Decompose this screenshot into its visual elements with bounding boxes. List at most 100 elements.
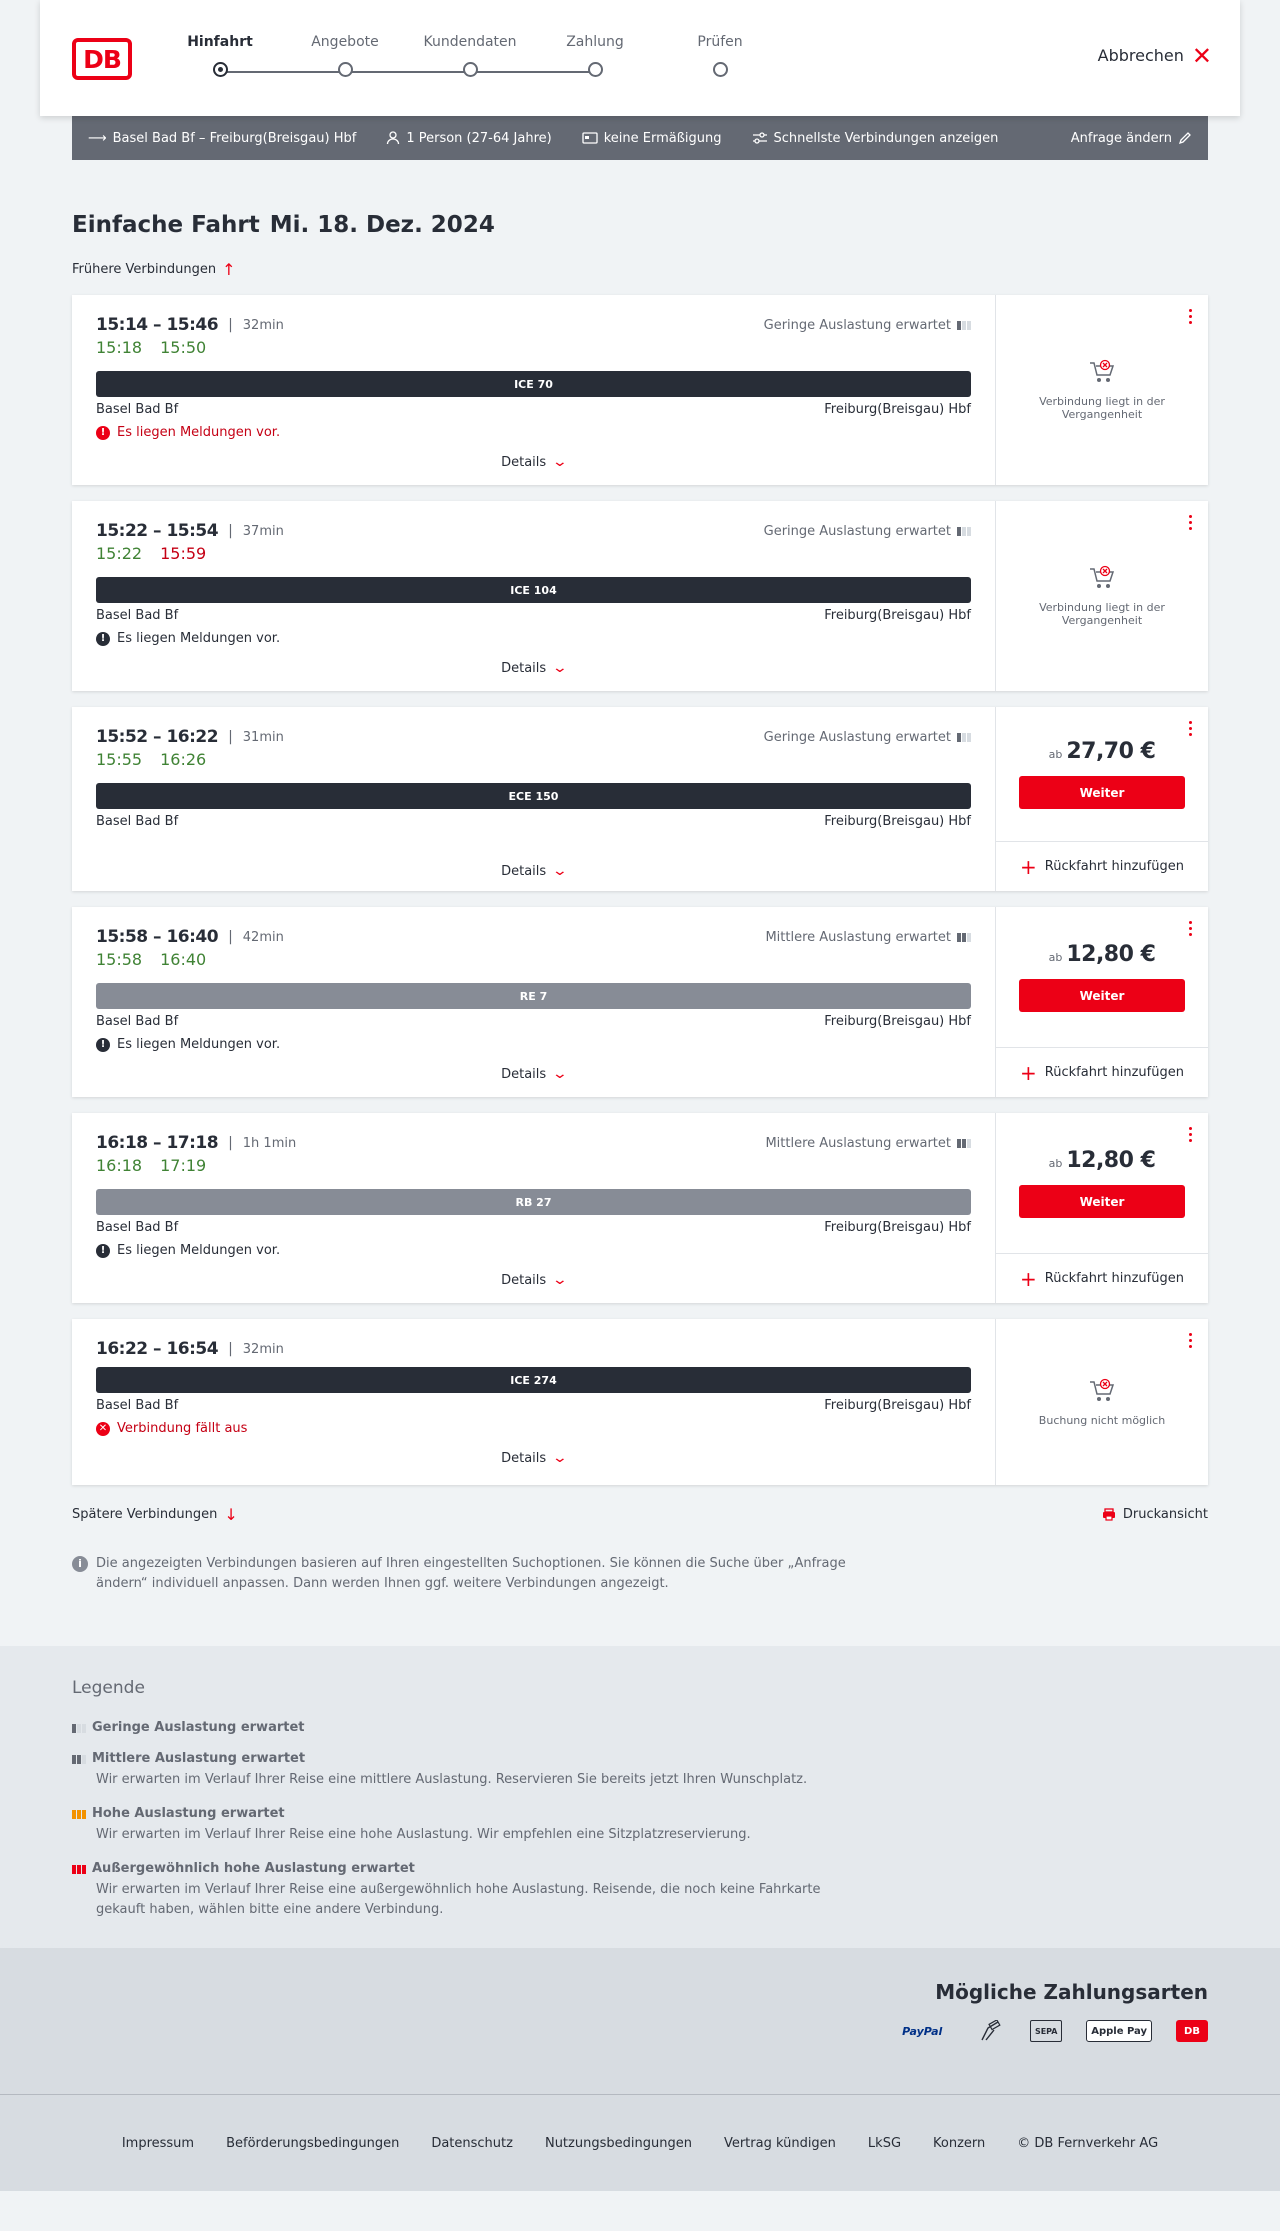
return-label: Rückfahrt hinzufügen (1044, 859, 1184, 874)
legend-item-title: Hohe Auslastung erwartet (92, 1806, 285, 1821)
footer-link-befoerderungsbedingungen[interactable]: Beförderungsbedingungen (226, 2136, 399, 2151)
earlier-label: Frühere Verbindungen (72, 262, 217, 277)
details-toggle[interactable]: Details ⌄ (96, 454, 971, 470)
add-return-trip-button[interactable]: + Rückfahrt hinzufügen (996, 1253, 1208, 1303)
close-icon: ✕ (1191, 41, 1212, 70)
apple-pay-icon: Apple Pay (1086, 2020, 1152, 2042)
more-options-icon[interactable] (1189, 307, 1192, 325)
connection-info: 15:14 – 15:46 | 32min Geringe Auslastung e… (96, 315, 971, 470)
details-toggle[interactable]: Details ⌄ (96, 660, 971, 676)
load-indicator: Geringe Auslastung erwartet (764, 318, 971, 333)
price: ab 12,80 € (1049, 1148, 1156, 1173)
cart-unavailable-icon (1090, 359, 1115, 382)
details-toggle[interactable]: Details ⌄ (96, 1450, 971, 1466)
load-text: Mittlere Auslastung erwartet (765, 1135, 951, 1151)
footer-link-lksg[interactable]: LkSG (868, 2136, 901, 2151)
legend-item-desc: Wir erwarten im Verlauf Ihrer Reise eine… (96, 1827, 751, 1842)
price-box: ab 12,80 € Weiter (996, 1113, 1208, 1253)
main-content: Einfache Fahrt Mi. 18. Dez. 2024 Frühere … (72, 212, 1208, 1594)
duration: 32min (242, 317, 284, 333)
paypal-icon: PayPal (902, 2024, 943, 2038)
details-toggle[interactable]: Details ⌄ (96, 1066, 971, 1082)
more-options-icon[interactable] (1189, 1331, 1192, 1349)
departure-station: Basel Bad Bf (96, 1398, 179, 1413)
cancel-button[interactable]: Abbrechen ✕ (1098, 41, 1212, 70)
continue-button[interactable]: Weiter (1019, 776, 1185, 809)
info-icon: i (72, 1556, 88, 1572)
footer-link-konzern[interactable]: Konzern (933, 2136, 985, 2151)
details-toggle[interactable]: Details ⌄ (96, 863, 971, 879)
details-label: Details (501, 1066, 547, 1082)
planned-times: 15:14 – 15:46 (96, 315, 219, 335)
alert-icon: ! (96, 631, 110, 646)
realtime-arrival-delayed: 15:59 (160, 544, 207, 563)
train-bar[interactable]: RB 27 (96, 1189, 971, 1215)
query-persons: 1 Person (27-64 Jahre) (386, 130, 552, 146)
step-zahlung: Zahlung (545, 34, 645, 77)
arrival-station: Freiburg(Breisgau) Hbf (824, 1220, 971, 1235)
more-options-icon[interactable] (1189, 513, 1192, 531)
add-return-trip-button[interactable]: + Rückfahrt hinzufügen (996, 841, 1208, 891)
train-bar[interactable]: ICE 70 (96, 371, 971, 397)
train-bar[interactable]: ECE 150 (96, 783, 971, 809)
query-fastest[interactable]: Schnellste Verbindungen anzeigen (752, 130, 999, 146)
load-medium-icon (957, 1138, 971, 1148)
add-return-trip-button[interactable]: + Rückfahrt hinzufügen (996, 1047, 1208, 1097)
message-notice[interactable]: ! Es liegen Meldungen vor. (96, 1243, 971, 1258)
discount-text: keine Ermäßigung (603, 130, 722, 146)
footer-link-nutzungsbedingungen[interactable]: Nutzungsbedingungen (545, 2136, 692, 2151)
continue-button[interactable]: Weiter (1019, 979, 1185, 1012)
route-text: Basel Bad Bf – Freiburg(Breisgau) Hbf (112, 130, 357, 146)
step-label: Angebote (311, 34, 379, 50)
connection-card: 15:14 – 15:46 | 32min Geringe Auslastung e… (72, 295, 1208, 485)
offer-panel: ab 12,80 € Weiter + Rückfahrt hinzufügen (995, 1113, 1208, 1303)
details-label: Details (501, 1450, 547, 1466)
db-logo[interactable]: DB (72, 38, 132, 80)
price-prefix: ab (1048, 951, 1063, 964)
chevron-down-icon: ⌄ (551, 454, 569, 470)
chevron-down-icon: ⌄ (551, 1450, 569, 1466)
duration: 37min (242, 523, 284, 539)
more-options-icon[interactable] (1189, 719, 1192, 737)
fastest-text: Schnellste Verbindungen anzeigen (773, 130, 999, 146)
message-notice[interactable]: ! Es liegen Meldungen vor. (96, 1037, 971, 1052)
details-label: Details (501, 863, 547, 879)
load-medium-icon (957, 932, 971, 942)
train-bar[interactable]: ICE 274 (96, 1367, 971, 1393)
price-value: 12,80 € (1066, 1148, 1156, 1173)
train-bar[interactable]: ICE 104 (96, 577, 971, 603)
realtime-departure: 15:18 (96, 338, 143, 357)
message-notice[interactable]: ! Es liegen Meldungen vor. (96, 425, 971, 440)
cancellation-notice[interactable]: ✕ Verbindung fällt aus (96, 1421, 971, 1436)
connection-info: 15:58 – 16:40 | 42min Mittlere Auslastung … (96, 927, 971, 1082)
step-dot (463, 62, 478, 77)
message-notice[interactable]: ! Es liegen Meldungen vor. (96, 631, 971, 646)
departure-station: Basel Bad Bf (96, 814, 179, 829)
footer-link-impressum[interactable]: Impressum (122, 2136, 194, 2151)
footer-link-vertrag-kuendigen[interactable]: Vertrag kündigen (724, 2136, 836, 2151)
legend-item-title: Mittlere Auslastung erwartet (92, 1751, 306, 1766)
later-connections-link[interactable]: Spätere Verbindungen ↓ (72, 1505, 238, 1524)
realtime-departure: 16:18 (96, 1156, 143, 1175)
legend-item-title: Außergewöhnlich hohe Auslastung erwartet (92, 1861, 415, 1876)
change-query-button[interactable]: Anfrage ändern (1071, 131, 1192, 146)
more-options-icon[interactable] (1189, 919, 1192, 937)
pencil-icon (1178, 132, 1191, 145)
plus-icon: + (1020, 1266, 1037, 1291)
earlier-connections-link[interactable]: Frühere Verbindungen ↑ (72, 260, 1208, 279)
details-toggle[interactable]: Details ⌄ (96, 1272, 971, 1288)
price-prefix: ab (1048, 1157, 1063, 1170)
load-indicator: Mittlere Auslastung erwartet (765, 1136, 971, 1151)
arrival-station: Freiburg(Breisgau) Hbf (824, 814, 971, 829)
train-bar[interactable]: RE 7 (96, 983, 971, 1009)
print-view-link[interactable]: Druckansicht (1102, 1505, 1208, 1524)
plus-icon: + (1020, 1060, 1037, 1085)
footer: Impressum Beförderungsbedingungen Datens… (0, 2094, 1280, 2191)
footer-link-datenschutz[interactable]: Datenschutz (431, 2136, 513, 2151)
payment-title: Mögliche Zahlungsarten (935, 1980, 1208, 2004)
persons-text: 1 Person (27-64 Jahre) (406, 130, 552, 146)
continue-button[interactable]: Weiter (1019, 1185, 1185, 1218)
more-options-icon[interactable] (1189, 1125, 1192, 1143)
step-hinfahrt[interactable]: Hinfahrt (170, 34, 270, 77)
arrival-station: Freiburg(Breisgau) Hbf (824, 1398, 971, 1413)
